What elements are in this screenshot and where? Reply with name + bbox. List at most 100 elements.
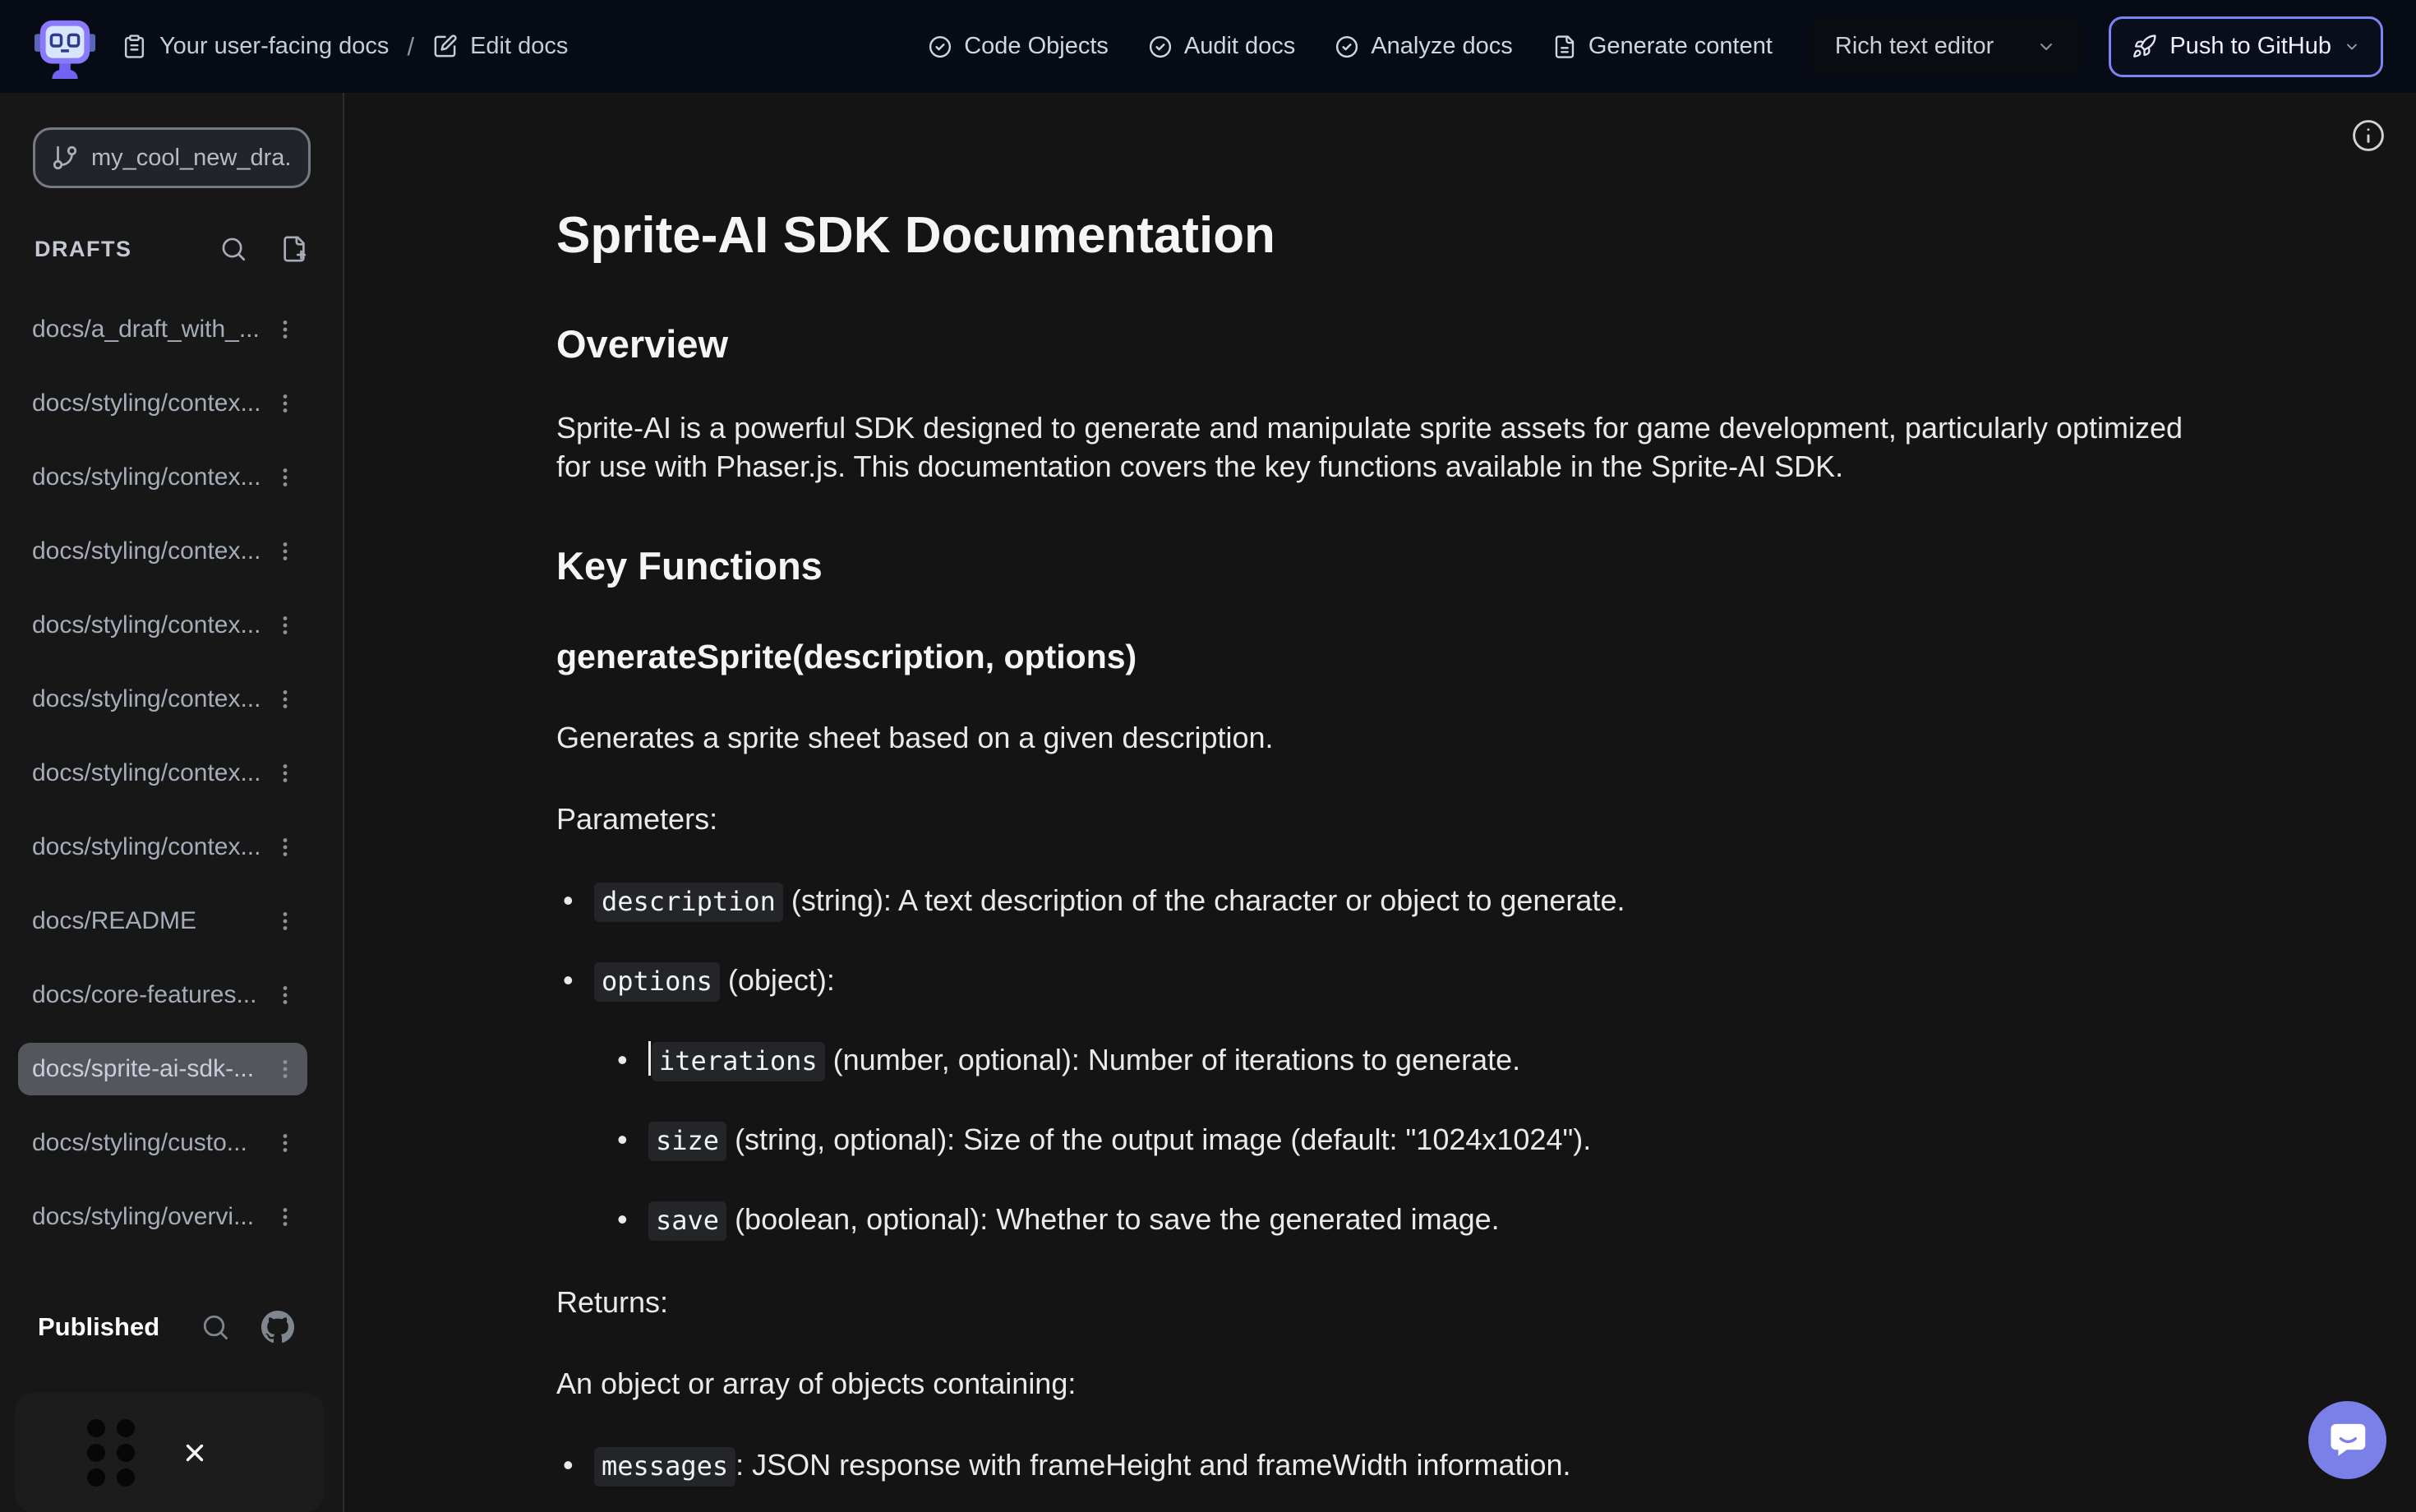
published-label: Published <box>38 1312 159 1342</box>
draft-item[interactable]: docs/styling/contex... <box>18 377 307 430</box>
doc-p: Generates a sprite sheet based on a give… <box>556 718 2208 757</box>
nav-action-label: Generate content <box>1588 33 1773 60</box>
draft-item-label: docs/styling/contex... <box>32 463 265 491</box>
new-draft-icon[interactable] <box>280 235 308 263</box>
inline-code: messages <box>594 1447 735 1487</box>
doc-list: description (string): A text description… <box>556 881 2208 1240</box>
doc-h2: Key Functions <box>556 545 2208 588</box>
draft-item[interactable]: docs/a_draft_with_... <box>18 303 307 356</box>
close-icon[interactable] <box>181 1439 209 1467</box>
file-text-icon <box>1552 35 1577 59</box>
drafts-section-header: DRAFTS <box>35 235 308 263</box>
drafts-list: docs/a_draft_with_... docs/styling/contex… <box>0 303 343 1243</box>
document-editor-pane: Sprite-AI SDK Documentation Overview Sprit… <box>346 93 2416 1512</box>
search-published-icon[interactable] <box>201 1312 230 1342</box>
nav-action-label: Audit docs <box>1184 33 1295 60</box>
inline-code: save <box>648 1201 726 1241</box>
clipboard-icon <box>122 34 147 59</box>
draft-item[interactable]: docs/styling/contex... <box>18 821 307 874</box>
draft-item[interactable]: docs/sprite-ai-sdk-... <box>18 1043 307 1095</box>
inline-code: iterations <box>652 1042 825 1081</box>
breadcrumb-label: Edit docs <box>470 33 568 60</box>
editor-mode-value: Rich text editor <box>1835 33 1994 60</box>
draft-item[interactable]: docs/styling/contex... <box>18 599 307 652</box>
doc-list-item: size (string, optional): Size of the out… <box>648 1120 2208 1160</box>
nav-action-generate-content[interactable]: Generate content <box>1552 33 1773 60</box>
doc-p: An object or array of objects containing… <box>556 1364 2208 1403</box>
github-icon[interactable] <box>261 1311 294 1344</box>
draft-item[interactable]: docs/styling/contex... <box>18 747 307 800</box>
draft-item-menu-icon[interactable] <box>271 316 299 343</box>
inline-code: description <box>594 883 783 922</box>
nav-action-code-objects[interactable]: Code Objects <box>928 33 1109 60</box>
edit-docs-icon <box>432 34 458 59</box>
draft-item[interactable]: docs/styling/contex... <box>18 673 307 726</box>
draft-item-label: docs/styling/contex... <box>32 759 265 787</box>
editor-mode-select[interactable]: Rich text editor <box>1810 18 2081 76</box>
draft-item-menu-icon[interactable] <box>271 685 299 713</box>
draft-item-menu-icon[interactable] <box>271 759 299 787</box>
draft-item-label: docs/a_draft_with_... <box>32 316 265 343</box>
doc-p: Returns: <box>556 1283 2208 1321</box>
draft-item-menu-icon[interactable] <box>271 1129 299 1157</box>
draft-item-menu-icon[interactable] <box>271 907 299 935</box>
draft-item-label: docs/styling/custo... <box>32 1129 265 1157</box>
published-section-header: Published <box>38 1311 294 1344</box>
search-drafts-icon[interactable] <box>219 235 247 263</box>
document-editor[interactable]: Sprite-AI SDK Documentation Overview Sprit… <box>556 93 2208 1512</box>
draft-item-menu-icon[interactable] <box>271 833 299 861</box>
branch-selector-button[interactable]: my_cool_new_dra... <box>33 127 311 188</box>
nav-action-audit-docs[interactable]: Audit docs <box>1148 33 1295 60</box>
draft-item[interactable]: docs/styling/custo... <box>18 1117 307 1169</box>
draft-item-menu-icon[interactable] <box>271 1055 299 1083</box>
check-circle-icon <box>1148 35 1173 59</box>
chevron-down-icon <box>2036 37 2056 57</box>
rocket-icon <box>2132 34 2157 59</box>
doc-p: Sprite-AI is a powerful SDK designed to … <box>556 408 2208 486</box>
app-logo-robot-icon[interactable] <box>33 12 97 82</box>
nav-action-label: Analyze docs <box>1371 33 1513 60</box>
top-navbar: Your user-facing docs / Edit docs Code O… <box>0 0 2416 93</box>
breadcrumb-separator: / <box>407 32 414 62</box>
widget-drag-panel <box>15 1393 324 1512</box>
drafts-label: DRAFTS <box>35 237 132 262</box>
drag-handle-icon[interactable] <box>85 1418 136 1488</box>
draft-item-label: docs/styling/contex... <box>32 537 265 565</box>
draft-item[interactable]: docs/core-features... <box>18 969 307 1021</box>
draft-item-label: docs/styling/contex... <box>32 611 265 639</box>
check-circle-icon <box>928 35 952 59</box>
draft-item-menu-icon[interactable] <box>271 390 299 417</box>
chat-launcher-button[interactable] <box>2308 1401 2386 1479</box>
draft-item-label: docs/styling/overvi... <box>32 1203 265 1231</box>
draft-item[interactable]: docs/README <box>18 895 307 947</box>
breadcrumb-edit-docs[interactable]: Edit docs <box>432 33 568 60</box>
doc-list-item: save (boolean, optional): Whether to sav… <box>648 1200 2208 1240</box>
doc-h1: Sprite-AI SDK Documentation <box>556 208 2208 264</box>
draft-item-label: docs/core-features... <box>32 981 265 1009</box>
chevron-down-icon <box>2344 39 2360 55</box>
inline-code: options <box>594 962 720 1002</box>
draft-item-menu-icon[interactable] <box>271 611 299 639</box>
info-icon[interactable] <box>2350 118 2386 154</box>
doc-h3: generateSprite(description, options) <box>556 638 2208 675</box>
draft-item[interactable]: docs/styling/contex... <box>18 451 307 504</box>
breadcrumb-user-docs[interactable]: Your user-facing docs <box>122 33 389 60</box>
draft-item-menu-icon[interactable] <box>271 1203 299 1231</box>
draft-item-label: docs/README <box>32 907 265 935</box>
draft-item[interactable]: docs/styling/contex... <box>18 525 307 578</box>
draft-item-menu-icon[interactable] <box>271 463 299 491</box>
push-to-github-button[interactable]: Push to GitHub <box>2109 16 2383 77</box>
doc-h2: Overview <box>556 323 2208 366</box>
doc-list-item: messages: JSON response with frameHeight… <box>594 1445 2208 1486</box>
push-button-label: Push to GitHub <box>2169 33 2331 60</box>
chat-bubble-icon <box>2326 1419 2369 1462</box>
navbar-actions: Code Objects Audit docs Analyze docs Genera… <box>928 33 1773 60</box>
draft-item[interactable]: docs/styling/overvi... <box>18 1191 307 1243</box>
sidebar: my_cool_new_dra... DRAFTS docs/a_draft_w… <box>0 93 344 1512</box>
breadcrumb-label: Your user-facing docs <box>159 33 389 60</box>
draft-item-menu-icon[interactable] <box>271 981 299 1009</box>
draft-item-menu-icon[interactable] <box>271 537 299 565</box>
text-cursor <box>648 1041 651 1076</box>
nav-action-analyze-docs[interactable]: Analyze docs <box>1335 33 1513 60</box>
doc-list-item: iterations (number, optional): Number of… <box>648 1040 2208 1081</box>
